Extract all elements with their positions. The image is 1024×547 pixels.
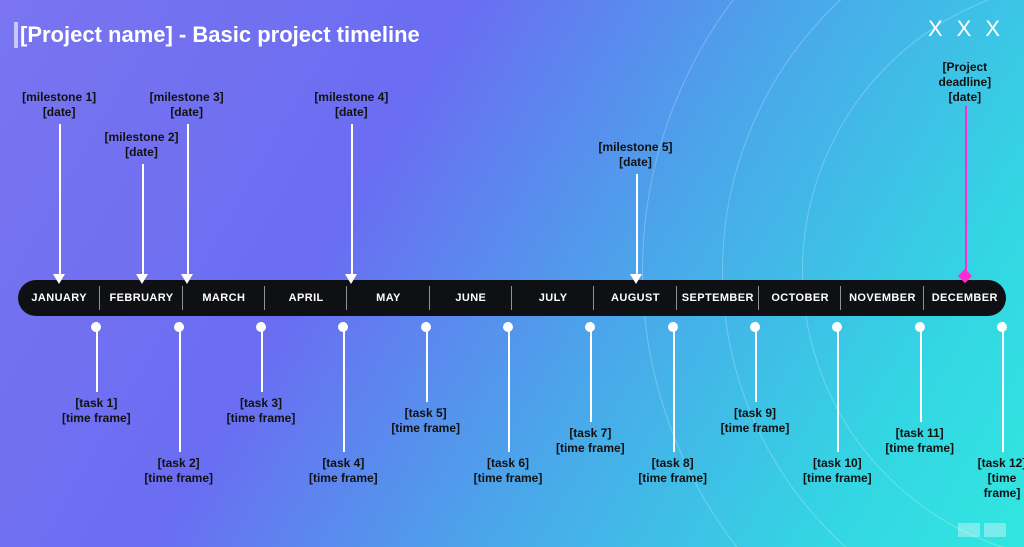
timeline-bar: JANUARYFEBRUARYMARCHAPRILMAYJUNEJULYAUGU… bbox=[18, 280, 1006, 316]
milestone-marker: [milestone 2][date] bbox=[82, 130, 202, 162]
task-line bbox=[96, 322, 98, 392]
milestone-label: [Projectdeadline][date] bbox=[905, 60, 1024, 105]
task-line bbox=[837, 322, 839, 452]
milestone-marker: [milestone 4][date] bbox=[291, 90, 411, 122]
task-label: [task 1][time frame] bbox=[41, 396, 151, 426]
arrow-down-icon bbox=[53, 274, 65, 284]
arrow-down-icon bbox=[136, 274, 148, 284]
task-line bbox=[179, 322, 181, 452]
task-label: [task 4][time frame] bbox=[288, 456, 398, 486]
month-cell: SEPTEMBER bbox=[677, 280, 759, 316]
task-label: [task 8][time frame] bbox=[618, 456, 728, 486]
task-line bbox=[755, 322, 757, 402]
task-line bbox=[426, 322, 428, 402]
arrow-down-icon bbox=[345, 274, 357, 284]
milestone-line bbox=[59, 124, 61, 276]
task-label: [task 12][timeframe] bbox=[947, 456, 1024, 501]
month-cell: AUGUST bbox=[594, 280, 676, 316]
page-title: [Project name] - Basic project timeline bbox=[20, 22, 420, 48]
deadline-marker: [Projectdeadline][date] bbox=[905, 60, 1024, 107]
close-icon[interactable]: X bbox=[957, 18, 972, 40]
milestone-line bbox=[636, 174, 638, 276]
month-cell: OCTOBER bbox=[759, 280, 841, 316]
milestone-label: [milestone 2][date] bbox=[82, 130, 202, 160]
window-controls: X X X bbox=[928, 18, 1000, 40]
month-cell: JUNE bbox=[430, 280, 512, 316]
task-label: [task 7][time frame] bbox=[535, 426, 645, 456]
milestone-label: [milestone 5][date] bbox=[576, 140, 696, 170]
month-cell: JANUARY bbox=[18, 280, 100, 316]
month-cell: APRIL bbox=[265, 280, 347, 316]
task-label: [task 6][time frame] bbox=[453, 456, 563, 486]
task-line bbox=[920, 322, 922, 422]
month-cell: MARCH bbox=[183, 280, 265, 316]
close-icon[interactable]: X bbox=[928, 18, 943, 40]
month-cell: FEBRUARY bbox=[100, 280, 182, 316]
month-cell: MAY bbox=[347, 280, 429, 316]
milestone-marker: [milestone 3][date] bbox=[127, 90, 247, 122]
month-cell: NOVEMBER bbox=[841, 280, 923, 316]
task-line bbox=[508, 322, 510, 452]
month-cell: DECEMBER bbox=[924, 280, 1006, 316]
task-label: [task 2][time frame] bbox=[124, 456, 234, 486]
task-line bbox=[1002, 322, 1004, 452]
milestone-label: [milestone 1][date] bbox=[0, 90, 119, 120]
task-line bbox=[590, 322, 592, 422]
task-label: [task 3][time frame] bbox=[206, 396, 316, 426]
task-label: [task 5][time frame] bbox=[371, 406, 481, 436]
milestone-line bbox=[965, 106, 967, 276]
task-line bbox=[343, 322, 345, 452]
arrow-down-icon bbox=[181, 274, 193, 284]
title-accent bbox=[14, 22, 18, 48]
milestone-marker: [milestone 1][date] bbox=[0, 90, 119, 122]
decor-squares bbox=[958, 523, 1006, 537]
close-icon[interactable]: X bbox=[985, 18, 1000, 40]
milestone-line bbox=[187, 124, 189, 276]
task-line bbox=[673, 322, 675, 452]
milestone-label: [milestone 4][date] bbox=[291, 90, 411, 120]
task-label: [task 10][time frame] bbox=[782, 456, 892, 486]
month-cell: JULY bbox=[512, 280, 594, 316]
milestone-line bbox=[351, 124, 353, 276]
task-label: [task 9][time frame] bbox=[700, 406, 810, 436]
task-label: [task 11][time frame] bbox=[865, 426, 975, 456]
milestone-marker: [milestone 5][date] bbox=[576, 140, 696, 172]
milestone-line bbox=[142, 164, 144, 276]
arrow-down-icon bbox=[630, 274, 642, 284]
task-line bbox=[261, 322, 263, 392]
milestone-label: [milestone 3][date] bbox=[127, 90, 247, 120]
